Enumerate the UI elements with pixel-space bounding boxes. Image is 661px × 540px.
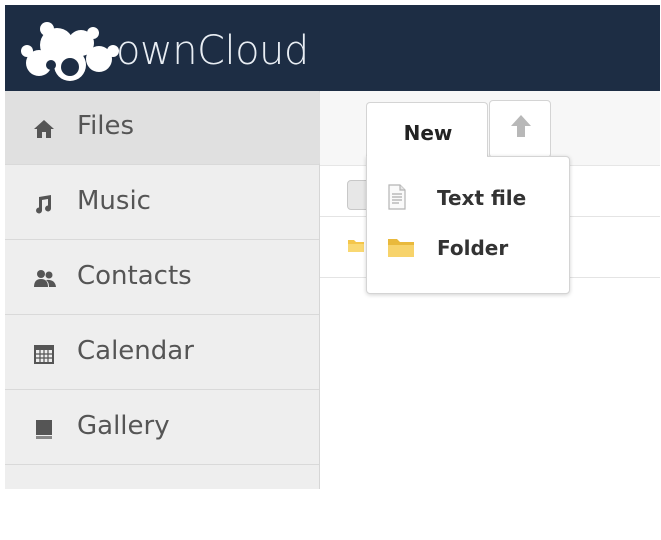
upload-arrow-icon	[510, 113, 532, 143]
sidebar-item-calendar[interactable]: Calendar	[5, 316, 319, 390]
upload-button[interactable]	[489, 100, 551, 158]
select-all-checkbox[interactable]	[347, 180, 367, 210]
sidebar-item-label: Gallery	[77, 411, 170, 441]
menu-item-folder[interactable]: Folder	[367, 222, 569, 272]
calendar-icon	[33, 343, 55, 365]
folder-icon	[347, 237, 365, 257]
sidebar-item-label: Files	[77, 111, 135, 141]
music-note-icon	[33, 193, 55, 215]
sidebar-item-files[interactable]: Files	[5, 91, 319, 165]
home-icon	[33, 118, 55, 140]
menu-item-text-file[interactable]: Text file	[367, 172, 569, 222]
picture-icon	[33, 418, 55, 440]
folder-icon	[387, 236, 415, 262]
sidebar-item-gallery[interactable]: Gallery	[5, 391, 319, 465]
logo-text: ownCloud	[116, 28, 309, 74]
sidebar-item-contacts[interactable]: Contacts	[5, 241, 319, 315]
sidebar-item-music[interactable]: Music	[5, 166, 319, 240]
text-file-icon	[387, 184, 407, 214]
sidebar: Files Music Contacts Calendar Gallery	[5, 91, 320, 489]
cloud-logo-icon	[21, 22, 119, 81]
people-icon	[33, 268, 56, 290]
menu-item-label: Folder	[437, 236, 509, 260]
top-header: ownCloud	[5, 5, 660, 91]
sidebar-item-label: Calendar	[77, 336, 194, 366]
new-button-label: New	[403, 121, 453, 145]
sidebar-item-label: Music	[77, 186, 151, 216]
sidebar-item-more[interactable]	[5, 466, 319, 540]
dropdown-tab-join	[367, 150, 487, 160]
sidebar-item-label: Contacts	[77, 261, 192, 291]
menu-item-label: Text file	[437, 186, 527, 210]
